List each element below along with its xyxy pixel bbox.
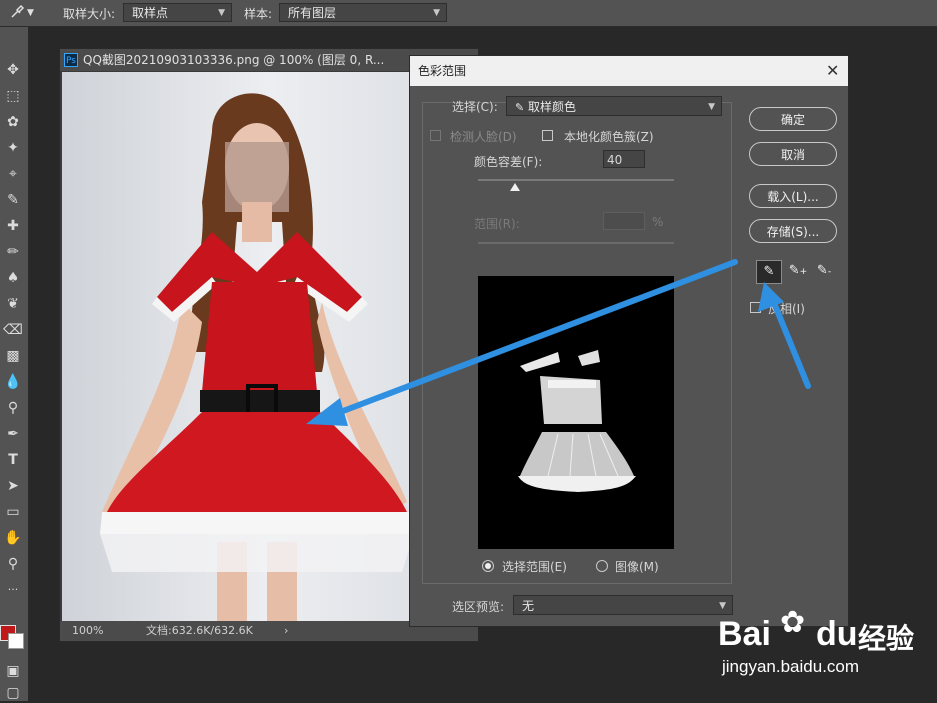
watermark-cn: 经验 (858, 622, 915, 655)
watermark-bai: Bai (718, 615, 771, 653)
arrow-to-dress (306, 259, 738, 426)
watermark-du: du (816, 615, 858, 653)
paw-icon: ✿ (780, 605, 806, 640)
watermark-url: jingyan.baidu.com (722, 657, 860, 676)
baidu-jingyan-watermark: Bai ✿ du 经验 jingyan.baidu.com (718, 595, 928, 685)
arrow-to-eyedropper (758, 282, 811, 389)
